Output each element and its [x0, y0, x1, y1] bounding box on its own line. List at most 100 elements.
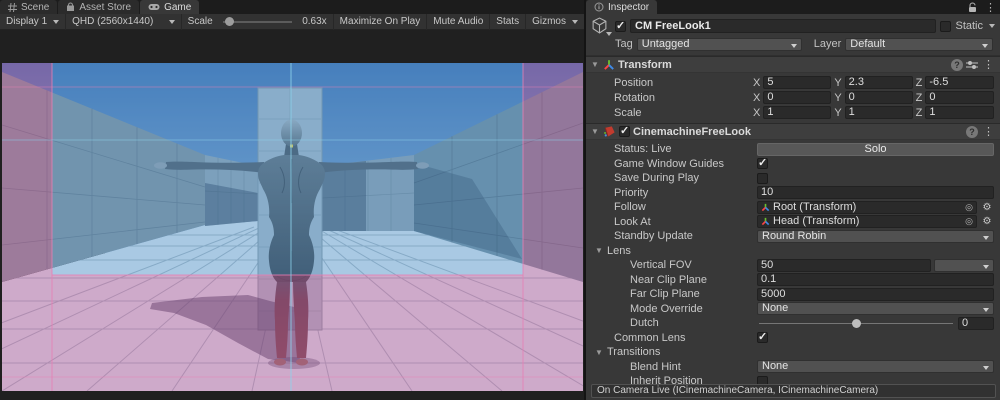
cinemachine-title: CinemachineFreeLook	[633, 126, 963, 138]
row-standby-update: Standby Update Round Robin	[586, 229, 1000, 244]
scale-y-field[interactable]: 1	[845, 106, 913, 119]
rotation-x-field[interactable]: 0	[763, 91, 831, 104]
dutch-slider-handle[interactable]	[852, 319, 861, 328]
priority-field[interactable]: 10	[757, 186, 994, 199]
row-label: Rotation	[586, 92, 753, 104]
resolution-dropdown[interactable]: QHD (2560x1440)	[66, 14, 182, 30]
transform-row-scale: Scale X1 Y1 Z1	[586, 105, 1000, 120]
solo-button[interactable]: Solo	[757, 143, 994, 156]
transform-title: Transform	[618, 59, 948, 71]
tab-game[interactable]: Game	[140, 0, 199, 14]
transform-row-position: Position X5 Y2.3 Z-6.5	[586, 75, 1000, 90]
tab-asset-store[interactable]: Asset Store	[58, 0, 139, 14]
kebab-menu-icon[interactable]: ⋮	[981, 58, 996, 71]
lookat-object-field[interactable]: Head (Transform) ◎	[757, 215, 977, 228]
gear-icon[interactable]: ⚙	[980, 202, 994, 213]
foldout-arrow-icon[interactable]: ▼	[590, 60, 600, 69]
game-viewport[interactable]	[2, 63, 583, 391]
gear-icon[interactable]: ⚙	[980, 216, 994, 227]
fov-label: Vertical FOV	[586, 259, 757, 271]
tag-dropdown[interactable]: Untagged	[637, 38, 802, 51]
help-icon[interactable]: ?	[951, 59, 963, 71]
lock-icon[interactable]	[964, 0, 981, 14]
row-label: Position	[586, 77, 753, 89]
object-picker-icon[interactable]: ◎	[965, 202, 973, 213]
scale-slider-handle[interactable]	[225, 17, 234, 26]
position-z-field[interactable]: -6.5	[925, 76, 994, 89]
camera-live-event-box: On Camera Live (ICinemachineCamera, ICin…	[591, 384, 996, 398]
stats-button[interactable]: Stats	[490, 14, 526, 30]
transform-icon	[761, 203, 770, 212]
row-follow: Follow Root (Transform) ◎ ⚙	[586, 200, 1000, 215]
presets-icon[interactable]	[966, 60, 978, 70]
follow-label: Follow	[586, 201, 757, 213]
mode-override-dropdown[interactable]: None	[757, 302, 994, 315]
mute-audio-button[interactable]: Mute Audio	[427, 14, 490, 30]
common-lens-checkbox[interactable]	[757, 332, 768, 343]
foldout-arrow-icon[interactable]: ▼	[594, 348, 604, 357]
static-dropdown-icon[interactable]	[989, 24, 995, 28]
help-icon[interactable]: ?	[966, 126, 978, 138]
standby-update-dropdown[interactable]: Round Robin	[757, 230, 994, 243]
cinemachine-header[interactable]: ▼ CinemachineFreeLook ? ⋮	[586, 123, 1000, 140]
vertical-fov-field[interactable]: 50	[757, 259, 931, 272]
dutch-slider[interactable]	[757, 317, 955, 330]
axis-x-label: X	[753, 107, 760, 119]
priority-label: Priority	[586, 187, 757, 199]
axis-y-label: Y	[834, 92, 841, 104]
tab-asset-store-label: Asset Store	[79, 2, 131, 13]
gameobject-icon[interactable]	[591, 17, 611, 35]
foldout-arrow-icon[interactable]: ▼	[594, 246, 604, 255]
scale-slider[interactable]	[223, 14, 293, 30]
game-view-toolbar: Display 1 QHD (2560x1440) Scale 0.63x Ma…	[0, 14, 584, 30]
axis-z-label: Z	[916, 107, 923, 119]
fov-preset-dropdown[interactable]	[934, 259, 994, 272]
maximize-on-play-button[interactable]: Maximize On Play	[333, 14, 428, 30]
component-enabled-checkbox[interactable]	[619, 126, 630, 137]
tab-inspector-label: Inspector	[608, 2, 649, 13]
rotation-y-field[interactable]: 0	[845, 91, 913, 104]
object-picker-icon[interactable]: ◎	[965, 216, 973, 227]
game-controller-icon	[148, 3, 160, 11]
chevron-down-icon	[572, 20, 578, 24]
far-clip-label: Far Clip Plane	[586, 288, 757, 300]
axis-z-label: Z	[916, 92, 923, 104]
position-x-field[interactable]: 5	[763, 76, 831, 89]
row-lens-foldout[interactable]: ▼Lens	[586, 244, 1000, 259]
gameobject-name-field[interactable]: CM FreeLook1	[630, 19, 936, 33]
static-checkbox[interactable]	[940, 21, 951, 32]
scale-label: Scale	[182, 14, 219, 30]
tab-scene[interactable]: Scene	[0, 0, 57, 14]
row-game-window-guides: Game Window Guides	[586, 157, 1000, 172]
kebab-menu-icon[interactable]: ⋮	[981, 125, 996, 138]
dutch-value-field[interactable]: 0	[958, 317, 994, 330]
display-dropdown[interactable]: Display 1	[0, 14, 66, 30]
row-far-clip: Far Clip Plane 5000	[586, 287, 1000, 302]
transform-header[interactable]: ▼ Transform ? ⋮	[586, 56, 1000, 73]
active-checkbox[interactable]	[615, 21, 626, 32]
inspector-panel: Inspector ⋮ CM FreeLook1 Static Ta	[584, 0, 1000, 400]
kebab-menu-icon[interactable]: ⋮	[981, 0, 1000, 14]
tab-inspector[interactable]: Inspector	[586, 0, 657, 14]
transform-rows: Position X5 Y2.3 Z-6.5 Rotation X0 Y0 Z0…	[586, 73, 1000, 123]
game-window-guides-checkbox[interactable]	[757, 158, 768, 169]
scale-z-field[interactable]: 1	[925, 106, 994, 119]
far-clip-field[interactable]: 5000	[757, 288, 994, 301]
row-dutch: Dutch 0	[586, 316, 1000, 331]
rotation-z-field[interactable]: 0	[925, 91, 994, 104]
info-icon	[594, 2, 604, 12]
scale-x-field[interactable]: 1	[763, 106, 831, 119]
foldout-arrow-icon[interactable]: ▼	[590, 127, 600, 136]
position-y-field[interactable]: 2.3	[845, 76, 913, 89]
no-pass-right-overlay	[523, 63, 583, 391]
save-during-play-checkbox[interactable]	[757, 173, 768, 184]
gizmos-dropdown[interactable]: Gizmos	[526, 14, 584, 30]
follow-object-field[interactable]: Root (Transform) ◎	[757, 201, 977, 214]
blend-hint-dropdown[interactable]: None	[757, 360, 994, 373]
static-label: Static	[955, 20, 983, 32]
row-transitions-foldout[interactable]: ▼Transitions	[586, 345, 1000, 360]
layer-dropdown[interactable]: Default	[845, 38, 993, 51]
lens-label: Lens	[607, 245, 631, 257]
near-clip-field[interactable]: 0.1	[757, 273, 994, 286]
blend-hint-label: Blend Hint	[586, 361, 757, 373]
